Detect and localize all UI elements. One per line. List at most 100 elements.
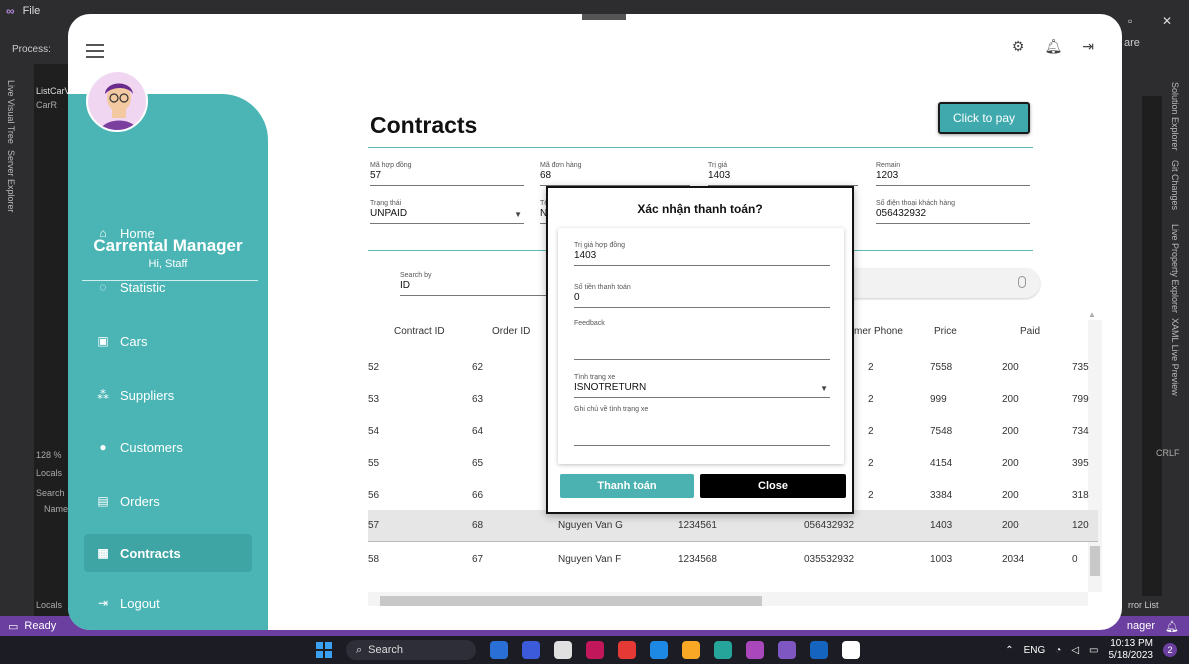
clock[interactable]: 10:13 PM 5/18/2023 xyxy=(1109,638,1154,662)
sidebar-item-orders[interactable]: ▤ Orders xyxy=(84,482,252,520)
feedback-input[interactable]: Feedback xyxy=(574,320,830,360)
contract-id-field[interactable]: Mã hợp đồng 57 xyxy=(370,162,524,186)
vs-locals-tab[interactable]: Locals xyxy=(36,600,62,610)
cell-order-id: 62 xyxy=(472,362,484,373)
system-tray: ⌃ ENG ◔ ◁ ▭ 10:13 PM 5/18/2023 2 xyxy=(1005,636,1177,664)
table-row-selected[interactable]: 57 68 Nguyen Van G 1234561 056432932 140… xyxy=(368,510,1098,542)
vs-tab-live-visual-tree[interactable]: Live Visual Tree xyxy=(6,80,16,144)
car-note-input[interactable]: Ghi chú về tình trạng xe xyxy=(574,406,830,446)
cell-customer-name: Nguyen Van G xyxy=(558,520,623,531)
battery-icon[interactable]: ▭ xyxy=(1089,645,1098,656)
clock-time: 10:13 PM xyxy=(1110,638,1153,649)
sidebar-item-suppliers[interactable]: ⁂ Suppliers xyxy=(84,376,252,414)
wifi-icon[interactable]: ◔ xyxy=(1055,645,1061,656)
horizontal-scroll-thumb[interactable] xyxy=(380,596,762,606)
status-project[interactable]: nager xyxy=(1127,620,1155,632)
scroll-up-icon[interactable]: ▲ xyxy=(1088,310,1096,319)
cell-phone: 056432932 xyxy=(804,520,855,531)
notification-bell-icon[interactable]: 🔔︎ xyxy=(1165,620,1179,633)
value-value: 1403 xyxy=(708,170,731,181)
chat-icon[interactable] xyxy=(522,641,540,659)
edge-icon[interactable] xyxy=(554,641,572,659)
language-indicator[interactable]: ENG xyxy=(1024,645,1046,656)
value-label: Trị giá xyxy=(708,162,728,169)
search-by-select[interactable]: Search by ID xyxy=(400,272,550,296)
file-explorer-icon[interactable] xyxy=(682,641,700,659)
close-dialog-button[interactable]: Close xyxy=(700,474,846,498)
chevron-up-icon[interactable]: ⌃ xyxy=(1005,645,1013,656)
cell-paid: 200 xyxy=(1002,426,1019,437)
vs-tab-server-explorer[interactable]: Server Explorer xyxy=(6,150,16,213)
cell-price: 4154 xyxy=(930,458,953,469)
orders-icon: ▤ xyxy=(97,494,109,508)
vs-tab-xaml-live-preview[interactable]: XAML Live Preview xyxy=(1170,318,1180,396)
logout-icon: ⇥ xyxy=(97,596,109,610)
sidebar-item-customers[interactable]: ● Customers xyxy=(84,428,252,466)
logout-icon[interactable]: ⇥ xyxy=(1082,38,1094,55)
vs-tab-solution-explorer[interactable]: Solution Explorer xyxy=(1170,82,1180,151)
contract-value-field[interactable]: Trị giá hợp đồng 1403 xyxy=(574,242,830,266)
table-row[interactable]: 58 67 Nguyen Van F 1234568 035532932 100… xyxy=(368,544,1098,576)
customer-phone-field[interactable]: Số điện thoại khách hàng 056432932 xyxy=(876,200,1030,224)
sidebar-item-contracts[interactable]: ▦ Contracts xyxy=(84,534,252,572)
payment-amount-input[interactable]: Số tiền thanh toán 0 xyxy=(574,284,830,308)
word-icon[interactable] xyxy=(810,641,828,659)
vs-tab-git-changes[interactable]: Git Changes xyxy=(1170,160,1180,210)
windows-start-icon[interactable] xyxy=(316,642,332,658)
order-id-field[interactable]: Mã đơn hàng 68 xyxy=(540,162,690,186)
hamburger-menu-icon[interactable] xyxy=(86,44,104,58)
cell-order-id: 68 xyxy=(472,520,484,531)
col-paid[interactable]: Paid xyxy=(1020,326,1040,337)
taskbar-search[interactable]: ⌕ Search xyxy=(346,640,476,660)
vs-error-list-tab[interactable]: rror List xyxy=(1128,600,1159,610)
car-note-label: Ghi chú về tình trạng xe xyxy=(574,406,649,413)
chrome-icon[interactable] xyxy=(746,641,764,659)
vs-zoom[interactable]: 128 % xyxy=(36,450,62,460)
col-order-id[interactable]: Order ID xyxy=(492,326,530,337)
app-icon[interactable] xyxy=(714,641,732,659)
cell-remain: 120 xyxy=(1072,520,1089,531)
car-status-select[interactable]: Tình trạng xe ISNOTRETURN ▼ xyxy=(574,374,830,398)
app-icon[interactable] xyxy=(618,641,636,659)
vs-share[interactable]: are xyxy=(1124,37,1140,49)
app-window-icon[interactable] xyxy=(842,641,860,659)
app-window: ⚙ 🔔︎ ⇥ Carrental Manager Hi, Staff ⌂ Hom… xyxy=(68,14,1122,630)
vs-menu-file[interactable]: File xyxy=(23,5,41,17)
click-to-pay-button[interactable]: Click to pay xyxy=(938,102,1030,134)
visual-studio-icon[interactable] xyxy=(778,641,796,659)
vs-right-inner xyxy=(1142,96,1162,596)
confirm-payment-button[interactable]: Thanh toán xyxy=(560,474,694,498)
sidebar-item-statistic[interactable]: ◌ Statistic xyxy=(84,268,252,306)
sidebar-item-logout[interactable]: ⇥ Logout xyxy=(84,584,252,622)
window-drag-handle[interactable] xyxy=(582,14,626,20)
remain-field[interactable]: Remain 1203 xyxy=(876,162,1030,186)
col-contract-id[interactable]: Contract ID xyxy=(394,326,445,337)
value-field[interactable]: Trị giá 1403 xyxy=(708,162,858,186)
sidebar-item-home[interactable]: ⌂ Home xyxy=(84,214,252,252)
status-select[interactable]: Trạng thái UNPAID ▼ xyxy=(370,200,524,224)
close-window-icon[interactable]: ✕ xyxy=(1162,14,1172,28)
status-value: UNPAID xyxy=(370,208,408,219)
vs-pane-item[interactable]: CarR xyxy=(36,100,57,110)
vscode-icon[interactable] xyxy=(650,641,668,659)
cell-phone: 035532932 xyxy=(804,554,855,565)
sidebar-item-label: Home xyxy=(120,225,155,241)
col-customer-phone[interactable]: mer Phone xyxy=(854,326,903,337)
devtoys-icon[interactable] xyxy=(586,641,604,659)
col-price[interactable]: Price xyxy=(934,326,957,337)
vs-crlf[interactable]: CRLF xyxy=(1156,448,1180,458)
cell-price: 3384 xyxy=(930,490,953,501)
contract-value-value: 1403 xyxy=(574,250,597,261)
vs-tab-live-property-explorer[interactable]: Live Property Explorer xyxy=(1170,224,1180,313)
sidebar-item-cars[interactable]: ▣ Cars xyxy=(84,322,252,360)
gear-icon[interactable]: ⚙ xyxy=(1012,38,1025,55)
notification-badge[interactable]: 2 xyxy=(1163,643,1177,657)
volume-icon[interactable]: ◁ xyxy=(1071,645,1079,656)
avatar[interactable] xyxy=(86,70,148,132)
sidebar-item-label: Orders xyxy=(120,493,160,509)
restore-icon[interactable]: ▫ xyxy=(1128,14,1132,28)
bell-icon[interactable]: 🔔︎ xyxy=(1044,38,1062,55)
app-icon[interactable] xyxy=(490,641,508,659)
microphone-icon[interactable] xyxy=(1018,276,1026,288)
vs-locals-search[interactable]: Search xyxy=(36,488,65,498)
